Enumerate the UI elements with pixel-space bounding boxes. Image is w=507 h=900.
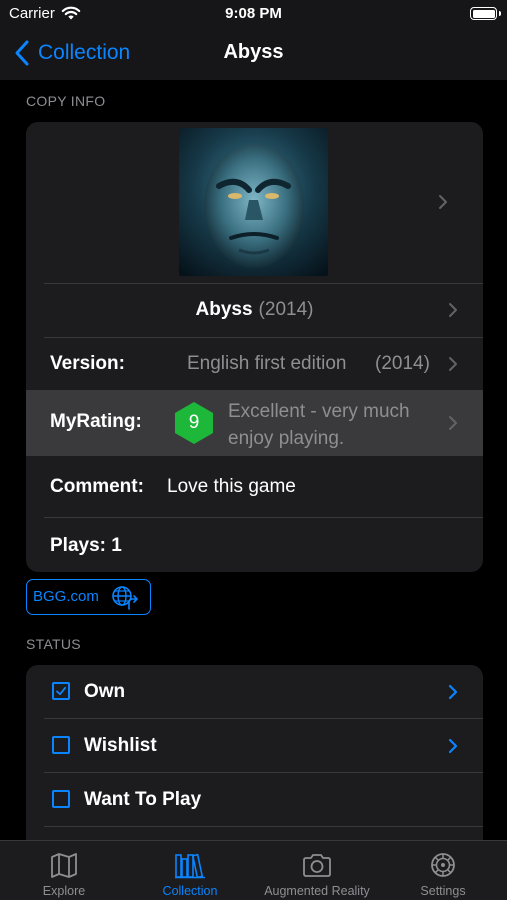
chevron-right-icon: [439, 195, 447, 209]
game-year: (2014): [258, 299, 314, 320]
map-icon: [51, 853, 77, 878]
plays-row[interactable]: Plays: 1: [26, 518, 483, 572]
chevron-right-icon: [449, 357, 457, 371]
tab-label: Settings: [420, 884, 466, 898]
status-bar: Carrier 9:08 PM: [0, 0, 507, 28]
comment-value: Love this game: [167, 476, 296, 497]
bgg-button-label: BGG.com: [33, 588, 99, 605]
version-value: English first edition: [187, 353, 347, 374]
books-icon: [175, 853, 205, 879]
my-rating-row[interactable]: MyRating: 9 Excellent - very much enjoy …: [26, 390, 483, 456]
game-title-line: Abyss (2014): [26, 299, 483, 321]
comment-label: Comment:: [50, 476, 144, 497]
wishlist-checkbox[interactable]: [52, 736, 70, 754]
rating-description: Excellent - very much enjoy playing.: [228, 401, 410, 449]
tab-collection[interactable]: Collection: [127, 841, 253, 900]
separator: [44, 826, 483, 827]
tab-augmented-reality[interactable]: Augmented Reality: [254, 841, 380, 900]
tab-settings[interactable]: Settings: [380, 841, 506, 900]
plays-label: Plays: 1: [50, 535, 122, 556]
checkmark-icon: [56, 686, 67, 696]
chevron-right-icon: [448, 738, 458, 754]
version-label: Version:: [50, 353, 125, 374]
copy-info-header: COPY INFO: [26, 93, 106, 109]
want-to-play-checkbox[interactable]: [52, 790, 70, 808]
gear-icon: [431, 853, 455, 877]
comment-row[interactable]: Comment: Love this game: [26, 456, 483, 517]
status-item-label: Wishlist: [84, 735, 157, 756]
copy-info-card: Abyss (2014) Version: English first editi…: [26, 122, 483, 572]
navigation-bar: Collection Abyss: [0, 28, 507, 80]
tab-bar: Explore Collection Augmented Reality Set…: [0, 840, 507, 900]
version-row[interactable]: Version: English first edition (2014): [26, 338, 483, 390]
tab-label: Collection: [162, 884, 218, 898]
status-header: STATUS: [26, 636, 81, 652]
bgg-link-button[interactable]: BGG.com: [26, 579, 151, 615]
tab-label: Augmented Reality: [264, 884, 370, 898]
rating-value: 9: [188, 412, 200, 433]
my-rating-label: MyRating:: [50, 411, 142, 432]
camera-icon: [303, 854, 331, 877]
version-year: (2014): [375, 353, 430, 374]
own-checkbox[interactable]: [52, 682, 70, 700]
status-item-label: Own: [84, 681, 126, 702]
page-title: Abyss: [223, 41, 284, 63]
cover-row[interactable]: [26, 122, 483, 283]
chevron-right-icon: [449, 416, 457, 430]
battery-icon: [470, 7, 501, 20]
status-item-label: Want To Play: [84, 789, 202, 810]
status-item-wishlist[interactable]: Wishlist: [26, 719, 483, 772]
tab-explore[interactable]: Explore: [1, 841, 127, 900]
status-item-want-to-play[interactable]: Want To Play: [26, 773, 483, 826]
status-item-own[interactable]: Own: [26, 665, 483, 718]
clock: 9:08 PM: [225, 5, 282, 22]
tab-label: Explore: [42, 884, 86, 898]
game-name: Abyss: [195, 299, 253, 320]
status-card: Own Wishlist Want To Play: [26, 665, 483, 855]
globe-icon: [112, 586, 138, 610]
game-cover-image: [179, 128, 328, 276]
chevron-right-icon: [448, 684, 458, 700]
